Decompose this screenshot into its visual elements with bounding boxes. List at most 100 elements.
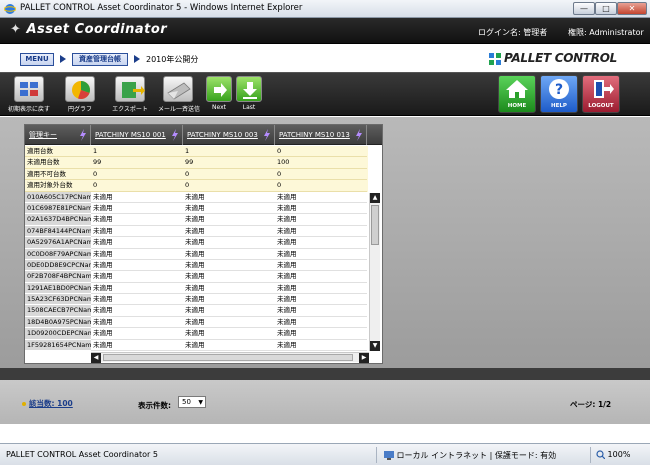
table-row: 02A1637D4BPCName 未適用 未適用 未適用: [25, 214, 368, 226]
breadcrumb-asset-ledger-link[interactable]: 資産管理台帳: [72, 53, 128, 66]
column-header-patch-013[interactable]: PATCHINY MS10 013: [275, 125, 367, 145]
scroll-thumb[interactable]: [371, 205, 379, 245]
breadcrumb: MENU 資産管理台帳 2010年公開分 PALLET CONTROL: [0, 45, 650, 71]
table-cell: 未適用: [275, 214, 367, 226]
pie-chart-button[interactable]: 円グラフ: [62, 76, 98, 114]
help-button[interactable]: ? HELP: [540, 75, 578, 113]
mail-send-button[interactable]: メール一斉送信: [158, 76, 200, 114]
minimize-button[interactable]: —: [573, 2, 595, 15]
chevron-down-icon: ▼: [198, 399, 203, 406]
table-cell: 未適用台数: [25, 157, 91, 169]
login-name: ログイン名: 管理者: [478, 28, 548, 37]
reset-view-button[interactable]: 初期表示に戻す: [8, 76, 50, 114]
patch-grid: 管理キー PATCHINY MS10 001 PATCHINY MS10 003…: [24, 124, 383, 364]
sort-icon[interactable]: [355, 129, 363, 141]
result-count[interactable]: 該当数: 100: [22, 398, 73, 409]
breadcrumb-menu-link[interactable]: MENU: [20, 53, 54, 66]
grid-reset-icon: [14, 76, 44, 102]
table-row: 0C0D08F79APCName 未適用 未適用 未適用: [25, 248, 368, 260]
table-cell[interactable]: 010A605C17PCName: [25, 191, 91, 203]
next-page-button[interactable]: Next: [204, 76, 234, 114]
table-cell: 未適用: [275, 237, 367, 249]
sort-icon[interactable]: [171, 129, 179, 141]
per-page-select[interactable]: 50 ▼: [178, 396, 206, 408]
logout-button[interactable]: LOGOUT: [582, 75, 620, 113]
table-cell: 未適用: [275, 249, 367, 260]
zoom-level[interactable]: 100%: [596, 450, 630, 460]
status-separator: [590, 447, 591, 463]
scroll-thumb-horizontal[interactable]: [103, 354, 353, 361]
scroll-left-arrow-icon[interactable]: ◀: [91, 353, 101, 363]
table-cell: 未適用: [91, 203, 183, 215]
column-header-patch-003[interactable]: PATCHINY MS10 003: [183, 125, 275, 145]
table-cell[interactable]: 0DE0DD8E9CPCName: [25, 259, 91, 272]
app-brand: ✦ Asset Coordinator: [10, 22, 168, 37]
table-cell: 未適用: [183, 260, 275, 272]
table-cell: 未適用: [183, 328, 275, 340]
table-cell[interactable]: 1F59281654PCName: [25, 339, 91, 352]
horizontal-scrollbar[interactable]: ◀ ▶: [91, 352, 369, 363]
table-cell: 100: [275, 157, 367, 169]
reset-view-label: 初期表示に戻す: [8, 106, 51, 113]
last-page-button[interactable]: Last: [234, 76, 264, 114]
svg-text:?: ?: [555, 82, 563, 98]
table-cell[interactable]: 18D4B0A975PCName: [25, 316, 91, 329]
table-cell: 0: [275, 146, 367, 158]
sort-icon[interactable]: [79, 129, 87, 141]
per-page-label: 表示件数:: [138, 401, 171, 410]
table-cell[interactable]: 1291AE1BD0PCName: [25, 282, 91, 295]
table-cell[interactable]: 074BF84144PCName: [25, 225, 91, 238]
table-cell[interactable]: 1D09200CDEPCName: [25, 328, 91, 340]
table-row: 18D4B0A975PCName 未適用 未適用 未適用: [25, 316, 368, 329]
table-cell: 0: [91, 169, 183, 181]
column-header-patch-001[interactable]: PATCHINY MS10 001: [91, 125, 183, 145]
table-cell[interactable]: 01C6987E81PCName: [25, 202, 91, 215]
maximize-button[interactable]: □: [595, 2, 617, 15]
table-cell: 0: [91, 180, 183, 192]
scroll-right-arrow-icon[interactable]: ▶: [359, 353, 369, 363]
table-cell[interactable]: 1508CAECB7PCName: [25, 305, 91, 317]
export-button[interactable]: エクスポート: [110, 76, 150, 114]
help-label: HELP: [551, 103, 567, 109]
status-text: PALLET CONTROL Asset Coordinator 5: [6, 450, 158, 459]
home-label: HOME: [507, 103, 527, 109]
table-cell: 未適用: [183, 192, 275, 203]
last-arrow-icon: [236, 76, 262, 102]
table-row: 01C6987E81PCName 未適用 未適用 未適用: [25, 202, 368, 215]
table-row: 1D09200CDEPCName 未適用 未適用 未適用: [25, 328, 368, 340]
table-cell: 未適用: [275, 203, 367, 215]
vertical-scrollbar[interactable]: ▲ ▼: [369, 193, 380, 351]
result-footer: 該当数: 100 表示件数: 50 ▼ ページ: 1/2: [0, 380, 650, 424]
table-cell[interactable]: 15A23CF63DPCName: [25, 294, 91, 306]
summary-row: 適用対象外台数 0 0 0: [25, 180, 368, 192]
content-area: 管理キー PATCHINY MS10 001 PATCHINY MS10 003…: [0, 117, 650, 368]
table-cell: 0: [183, 180, 275, 192]
table-cell: 99: [183, 157, 275, 169]
app-header: ✦ Asset Coordinator ログイン名: 管理者 権限: Admin…: [0, 18, 650, 44]
column-header-patch-013-label: PATCHINY MS10 013: [279, 131, 350, 139]
table-cell: 未適用: [91, 317, 183, 329]
home-button[interactable]: HOME: [498, 75, 536, 113]
table-row: 15A23CF63DPCName 未適用 未適用 未適用: [25, 294, 368, 306]
table-row: 0DE0DD8E9CPCName未適用未適用未適用: [25, 259, 368, 272]
scroll-up-arrow-icon[interactable]: ▲: [370, 193, 380, 203]
close-button[interactable]: ✕: [617, 2, 647, 15]
toolbar: 初期表示に戻す 円グラフ エクスポート メール一斉送信 Next Last HO…: [0, 72, 650, 116]
table-cell[interactable]: 0F2B708F4BPCName: [25, 271, 91, 283]
column-header-key[interactable]: 管理キー: [25, 125, 91, 145]
table-cell: 1: [91, 146, 183, 158]
table-cell: 未適用: [275, 283, 367, 295]
summary-row: 未適用台数 99 99 100: [25, 157, 368, 169]
column-header-patch-001-label: PATCHINY MS10 001: [95, 131, 166, 139]
table-cell[interactable]: 0A52976A1APCName: [25, 237, 91, 249]
table-cell[interactable]: 02A1637D4BPCName: [25, 214, 91, 226]
table-cell: 未適用: [91, 294, 183, 306]
scroll-down-arrow-icon[interactable]: ▼: [370, 341, 380, 351]
logout-label: LOGOUT: [588, 103, 614, 109]
table-cell[interactable]: 0C0D08F79APCName: [25, 248, 91, 260]
intranet-icon: [384, 451, 394, 460]
sort-icon[interactable]: [263, 129, 271, 141]
table-cell: 1: [183, 146, 275, 158]
pallet-control-logo: PALLET CONTROL: [488, 50, 634, 68]
table-row: 1F59281654PCName 未適用 未適用 未適用: [25, 339, 368, 352]
